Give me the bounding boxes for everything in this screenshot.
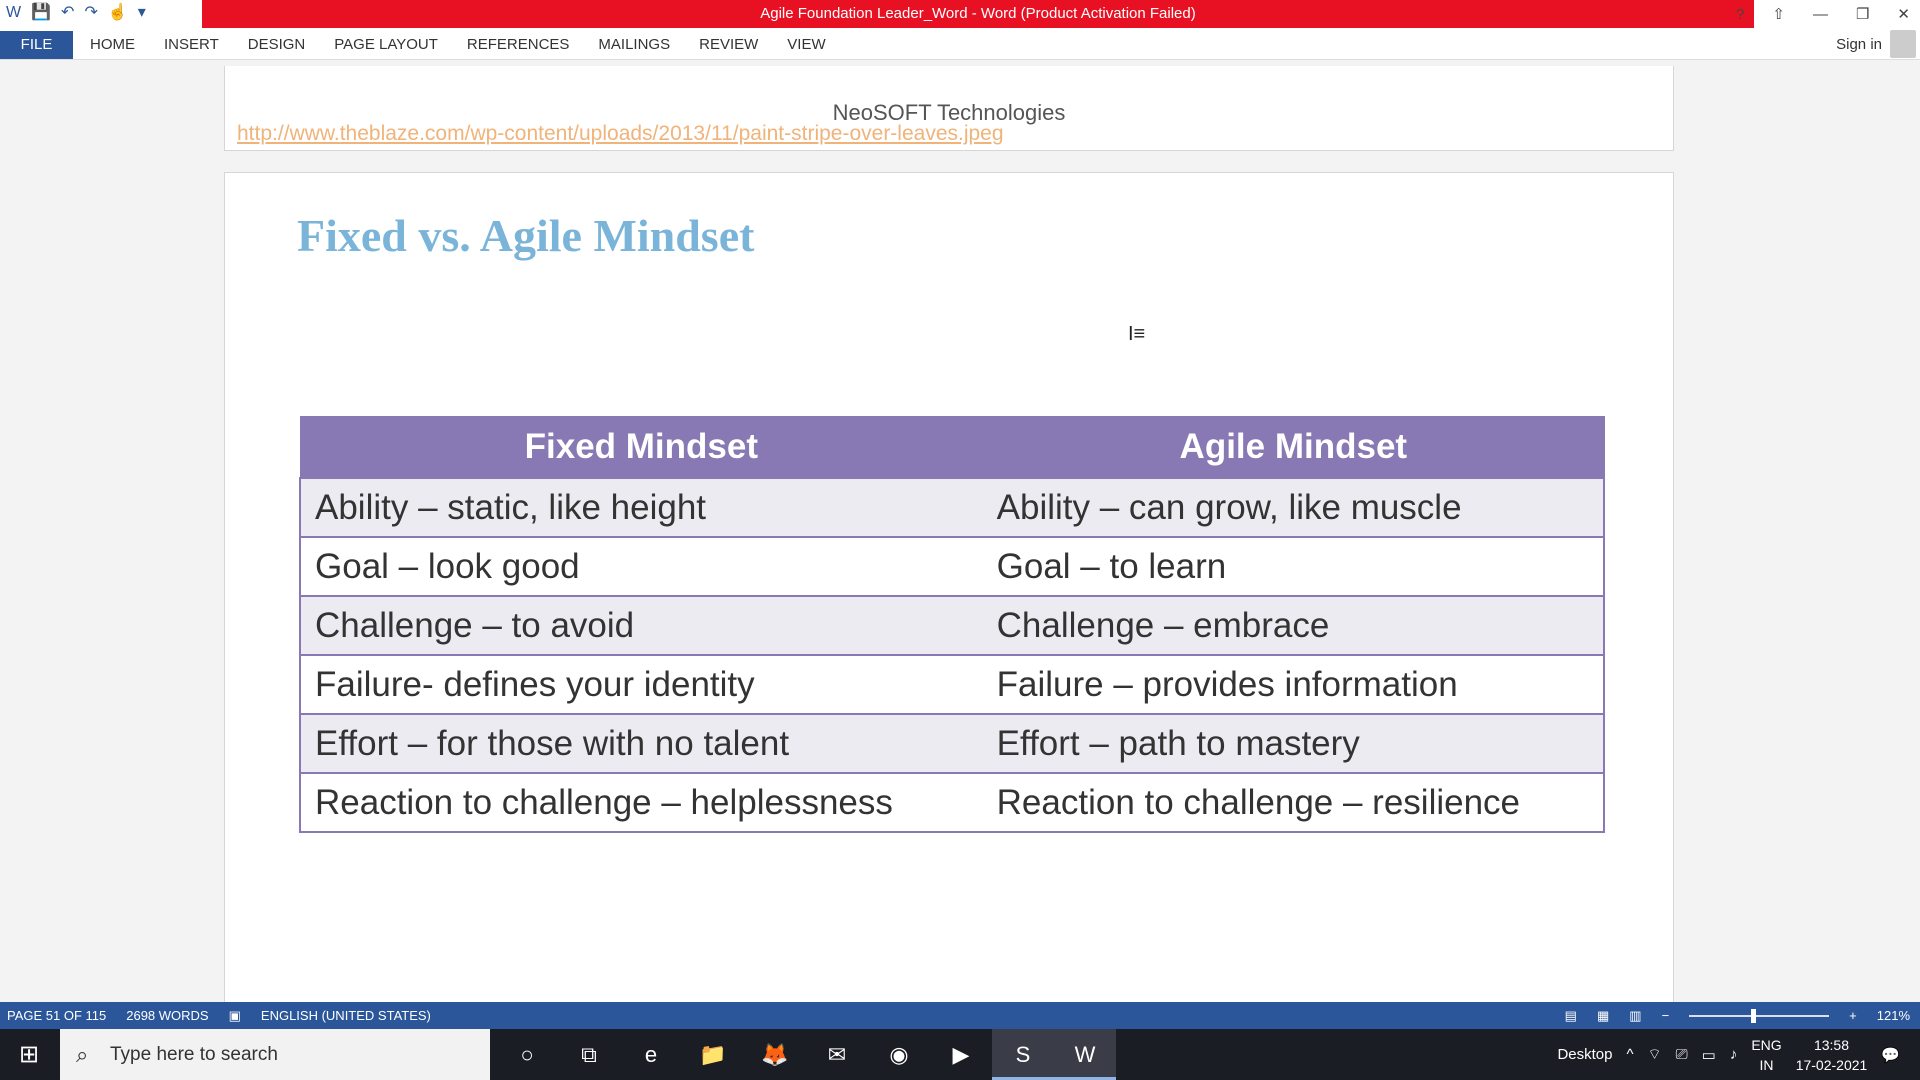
outlook-icon[interactable]: ✉ <box>806 1029 868 1080</box>
table-cell[interactable]: Effort – for those with no talent <box>299 713 983 774</box>
text-cursor-icon: I≡ <box>1128 323 1146 345</box>
tab-references[interactable]: REFERENCES <box>467 31 570 59</box>
tab-review[interactable]: REVIEW <box>699 31 758 59</box>
table-cell[interactable]: Challenge – embrace <box>982 595 1606 656</box>
window-controls: ? ⇧ — ❐ ✕ <box>1736 0 1910 28</box>
table-row: Reaction to challenge – helplessness Rea… <box>299 772 1606 833</box>
table-cell[interactable]: Goal – look good <box>299 536 983 597</box>
desktop-toolbar[interactable]: Desktop <box>1557 1046 1612 1063</box>
page-heading: Fixed vs. Agile Mindset <box>297 210 755 261</box>
input-language[interactable]: ENG IN <box>1751 1035 1781 1075</box>
clock-date: 17-02-2021 <box>1795 1056 1868 1073</box>
language-code: ENG <box>1751 1036 1782 1053</box>
help-button[interactable]: ? <box>1736 6 1744 23</box>
meet-now-icon[interactable]: ⎚ <box>1676 1046 1688 1063</box>
customize-qat-icon[interactable]: ▾ <box>138 3 146 23</box>
save-icon[interactable]: 💾 <box>31 3 51 23</box>
sign-in-link[interactable]: Sign in <box>1836 31 1882 59</box>
task-view-icon[interactable]: ⧉ <box>558 1029 620 1080</box>
search-icon: ⌕ <box>76 1042 89 1067</box>
table-cell[interactable]: Goal – to learn <box>982 536 1606 597</box>
zoom-level[interactable]: 121% <box>1877 1002 1910 1029</box>
minimize-button[interactable]: — <box>1813 6 1828 23</box>
show-hidden-icons-icon[interactable]: ^ <box>1626 1046 1633 1063</box>
file-tab[interactable]: FILE <box>0 31 73 59</box>
table-row: Goal – look good Goal – to learn <box>299 536 1606 597</box>
network-icon[interactable]: ⌔ <box>1648 1045 1662 1064</box>
table-header-agile: Agile Mindset <box>982 416 1605 479</box>
redo-icon[interactable]: ↷ <box>84 3 97 23</box>
notification-icon[interactable]: 💬 <box>1881 1046 1900 1064</box>
volume-icon[interactable]: ♪ <box>1730 1046 1738 1063</box>
table-header-row: Fixed Mindset Agile Mindset <box>299 416 1605 479</box>
clock-time: 13:58 <box>1813 1036 1850 1053</box>
word-count[interactable]: 2698 WORDS <box>126 1002 208 1029</box>
table-cell[interactable]: Effort – path to mastery <box>982 713 1606 774</box>
web-layout-icon[interactable]: ▥ <box>1629 1002 1641 1029</box>
skype-icon[interactable]: S <box>992 1029 1054 1080</box>
zoom-slider-thumb[interactable] <box>1751 1008 1757 1023</box>
proofing-icon[interactable]: ▣ <box>229 1002 241 1029</box>
close-button[interactable]: ✕ <box>1897 5 1910 23</box>
zoom-in-button[interactable]: + <box>1849 1002 1857 1029</box>
image-source-link[interactable]: http://www.theblaze.com/wp-content/uploa… <box>237 122 1004 146</box>
window-title: Agile Foundation Leader_Word - Word (Pro… <box>760 5 1196 22</box>
zoom-out-button[interactable]: − <box>1662 1002 1670 1029</box>
ribbon-tab-list: HOME INSERT DESIGN PAGE LAYOUT REFERENCE… <box>90 31 826 59</box>
table-cell[interactable]: Failure- defines your identity <box>299 654 983 715</box>
tab-mailings[interactable]: MAILINGS <box>598 31 670 59</box>
table-cell[interactable]: Reaction to challenge – resilience <box>982 772 1606 833</box>
table-header-fixed: Fixed Mindset <box>299 416 984 479</box>
table-row: Failure- defines your identity Failure –… <box>299 654 1606 715</box>
table-cell[interactable]: Challenge – to avoid <box>299 595 983 656</box>
document-area[interactable]: NeoSOFT Technologies http://www.theblaze… <box>0 60 1920 1002</box>
table-cell[interactable]: Failure – provides information <box>982 654 1606 715</box>
cortana-icon[interactable]: ○ <box>496 1029 558 1080</box>
table-cell[interactable]: Reaction to challenge – helplessness <box>299 772 983 833</box>
system-tray: Desktop ^ ⌔ ⎚ ▭ ♪ ENG IN 13:58 17-02-202… <box>1557 1029 1920 1080</box>
chrome-icon[interactable]: ◉ <box>868 1029 930 1080</box>
zoom-icon[interactable]: ▶ <box>930 1029 992 1080</box>
language-indicator[interactable]: ENGLISH (UNITED STATES) <box>261 1002 431 1029</box>
word-icon[interactable]: W <box>1054 1029 1116 1080</box>
undo-icon[interactable]: ↶ <box>61 3 74 23</box>
read-mode-icon[interactable]: ▤ <box>1565 1002 1577 1029</box>
previous-page: NeoSOFT Technologies http://www.theblaze… <box>224 66 1674 151</box>
table-cell[interactable]: Ability – static, like height <box>299 477 983 538</box>
current-page[interactable]: Fixed vs. Agile Mindset I≡ Fixed Mindset… <box>224 172 1674 1002</box>
taskbar-apps: ○ ⧉ e 📁 🦊 ✉ ◉ ▶ S W <box>496 1029 1116 1080</box>
tab-insert[interactable]: INSERT <box>164 31 219 59</box>
search-placeholder: Type here to search <box>110 1044 278 1065</box>
status-bar: PAGE 51 OF 115 2698 WORDS ▣ ENGLISH (UNI… <box>0 1002 1920 1029</box>
avatar[interactable] <box>1890 30 1916 58</box>
edge-icon[interactable]: e <box>620 1029 682 1080</box>
table-row: Challenge – to avoid Challenge – embrace <box>299 595 1606 656</box>
mindset-table[interactable]: Fixed Mindset Agile Mindset Ability – st… <box>299 416 1606 833</box>
word-app-icon[interactable]: W <box>6 3 21 23</box>
taskbar-search[interactable]: ⌕ Type here to search <box>60 1029 490 1080</box>
battery-icon[interactable]: ▭ <box>1702 1046 1716 1064</box>
title-bar: W 💾 ↶ ↷ ☝ ▾ Agile Foundation Leader_Word… <box>0 0 1920 29</box>
touch-mode-icon[interactable]: ☝ <box>108 3 128 23</box>
region-code: IN <box>1759 1056 1774 1073</box>
zoom-slider[interactable] <box>1689 1008 1830 1023</box>
table-row: Effort – for those with no talent Effort… <box>299 713 1606 774</box>
page-count[interactable]: PAGE 51 OF 115 <box>7 1002 106 1029</box>
windows-taskbar: ⊞ ⌕ Type here to search ○ ⧉ e 📁 🦊 ✉ ◉ ▶ … <box>0 1029 1920 1080</box>
tab-page-layout[interactable]: PAGE LAYOUT <box>334 31 438 59</box>
clock[interactable]: 13:58 17-02-2021 <box>1796 1035 1868 1075</box>
restore-button[interactable]: ❐ <box>1856 5 1869 23</box>
ribbon-display-options-icon[interactable]: ⇧ <box>1772 5 1785 23</box>
firefox-icon[interactable]: 🦊 <box>744 1029 806 1080</box>
quick-access-toolbar: W 💾 ↶ ↷ ☝ ▾ <box>6 3 146 23</box>
ribbon-tabs: FILE HOME INSERT DESIGN PAGE LAYOUT REFE… <box>0 29 1920 60</box>
table-cell[interactable]: Ability – can grow, like muscle <box>982 477 1606 538</box>
table-row: Ability – static, like height Ability – … <box>299 477 1606 538</box>
tab-design[interactable]: DESIGN <box>248 31 306 59</box>
tab-home[interactable]: HOME <box>90 31 135 59</box>
start-button[interactable]: ⊞ <box>0 1029 58 1080</box>
tab-view[interactable]: VIEW <box>787 31 825 59</box>
file-explorer-icon[interactable]: 📁 <box>682 1029 744 1080</box>
print-layout-icon[interactable]: ▦ <box>1597 1002 1609 1029</box>
